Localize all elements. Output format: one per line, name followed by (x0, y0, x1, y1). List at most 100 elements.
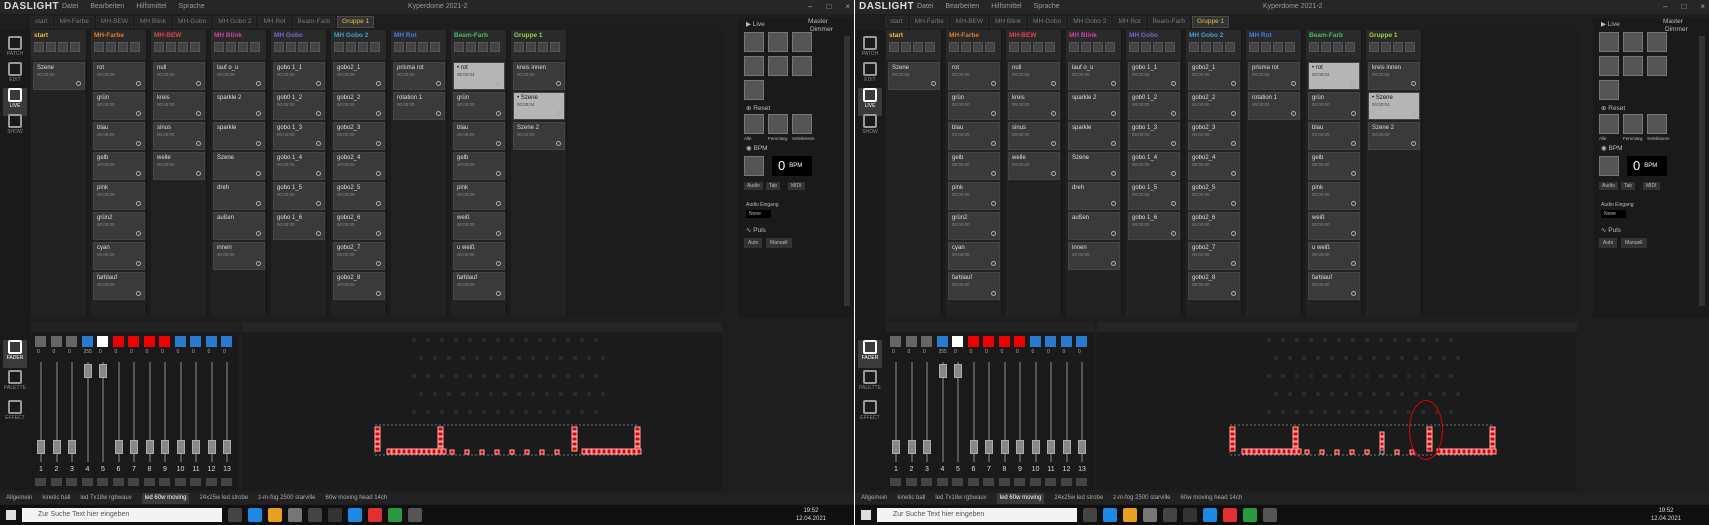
grid-marker[interactable] (1358, 392, 1362, 396)
grid-select-icon[interactable] (1599, 114, 1619, 134)
play-control-button[interactable] (358, 42, 368, 52)
cue-button[interactable]: farblauf 00:00:00 (1308, 272, 1360, 300)
cue-button[interactable]: dreh (213, 182, 265, 210)
cue-button[interactable]: rot 00:00:00 (93, 62, 145, 90)
column-header[interactable]: MH-BEW (151, 30, 206, 60)
grid-marker[interactable] (601, 392, 605, 396)
led-bar-segment[interactable] (601, 448, 607, 455)
cue-button[interactable]: rot 00:00:00 (948, 62, 1000, 90)
grid-marker[interactable] (419, 392, 423, 396)
led-bar-segment[interactable] (591, 448, 597, 455)
fader-preset-button[interactable] (205, 336, 217, 347)
led-bar-segment[interactable] (631, 448, 637, 455)
page-tab[interactable]: MH-BEW (950, 16, 989, 28)
grid-select-icon[interactable] (1647, 114, 1667, 134)
led-par[interactable] (539, 449, 545, 455)
fader-knob[interactable] (938, 364, 947, 378)
reset-label[interactable]: ⊕ Reset (1601, 104, 1625, 112)
grid-marker[interactable] (1442, 356, 1446, 360)
cue-button[interactable]: gobo2_6 00:00:00 (333, 212, 385, 240)
grid-marker[interactable] (510, 338, 514, 342)
fader-flash-button[interactable] (1076, 478, 1087, 486)
grid-marker[interactable] (489, 356, 493, 360)
grid-marker[interactable] (566, 410, 570, 414)
grid-marker[interactable] (482, 374, 486, 378)
cue-button[interactable]: grün 00:00:00 (453, 92, 505, 120)
play-control-button[interactable] (1129, 42, 1139, 52)
play-control-button[interactable] (1141, 42, 1151, 52)
fader-knob[interactable] (99, 364, 107, 378)
fader-knob[interactable] (68, 440, 76, 454)
play-control-button[interactable] (901, 42, 911, 52)
moving-head[interactable] (1489, 431, 1496, 437)
grid-marker[interactable] (433, 392, 437, 396)
play-control-button[interactable] (58, 42, 68, 52)
play-control-button[interactable] (1321, 42, 1331, 52)
play-control-button[interactable] (1333, 42, 1343, 52)
grid-marker[interactable] (475, 392, 479, 396)
grid-marker[interactable] (1288, 356, 1292, 360)
grid-marker[interactable] (538, 410, 542, 414)
grid-marker[interactable] (1351, 410, 1355, 414)
grid-marker[interactable] (1386, 356, 1390, 360)
window-control-button[interactable]: – (1663, 0, 1667, 14)
play-control-button[interactable] (1393, 42, 1403, 52)
shuffle-icon[interactable] (1623, 56, 1643, 76)
fader-flash-button[interactable] (190, 478, 201, 486)
led-bar-segment[interactable] (426, 448, 432, 455)
grid-marker[interactable] (1323, 374, 1327, 378)
cue-button[interactable]: grün 00:00:00 (948, 92, 1000, 120)
grid-marker[interactable] (461, 392, 465, 396)
fader-preset-button[interactable] (1076, 336, 1087, 347)
nav-fader[interactable]: FADER (3, 340, 27, 368)
play-control-button[interactable] (1201, 42, 1211, 52)
grid-marker[interactable] (1379, 338, 1383, 342)
play-control-button[interactable] (973, 42, 983, 52)
cue-button[interactable]: welle 00:00:00 (1008, 152, 1060, 180)
cue-button[interactable]: pink 00:00:00 (1308, 182, 1360, 210)
fader-knob[interactable] (145, 440, 154, 454)
fader-preset-button[interactable] (174, 336, 186, 347)
grid-marker[interactable] (412, 374, 416, 378)
fader-preset-button[interactable] (890, 336, 901, 347)
taskbar-search-input[interactable]: Zur Suche Text hier eingeben (877, 508, 1077, 522)
stop-icon[interactable] (744, 56, 764, 76)
bpm-tap-icon[interactable] (1599, 156, 1619, 176)
fader-preset-button[interactable] (983, 336, 994, 347)
led-par[interactable] (464, 449, 470, 455)
cue-button[interactable]: gobo2_3 00:00:00 (333, 122, 385, 150)
fader-flash-button[interactable] (221, 478, 232, 486)
fixture-tab[interactable]: 60w moving head 14ch (326, 493, 388, 504)
fader-flash-button[interactable] (921, 478, 932, 486)
led-bar-segment[interactable] (1456, 448, 1462, 455)
led-bar-segment[interactable] (421, 448, 427, 455)
cue-button[interactable]: null 00:00:00 (1008, 62, 1060, 90)
fader-knob[interactable] (1031, 440, 1040, 454)
play-control-button[interactable] (1189, 42, 1199, 52)
play-control-button[interactable] (1045, 42, 1055, 52)
moving-head[interactable] (1292, 426, 1299, 432)
cue-button[interactable]: gobo2_4 00:00:00 (1188, 152, 1240, 180)
fader-flash-button[interactable] (1060, 478, 1072, 486)
cue-button[interactable]: gobo 1_1 00:00:00 (1128, 62, 1180, 90)
cue-button[interactable]: u weiß 00:00:00 (453, 242, 505, 270)
cue-button[interactable]: gobo 1_4 00:00:00 (1128, 152, 1180, 180)
grid-marker[interactable] (573, 356, 577, 360)
grid-marker[interactable] (1358, 356, 1362, 360)
led-bar-segment[interactable] (401, 448, 407, 455)
grid-marker[interactable] (552, 410, 556, 414)
led-bar-segment[interactable] (411, 448, 417, 455)
play-control-button[interactable] (1213, 42, 1223, 52)
lock-icon[interactable] (792, 56, 812, 76)
led-par[interactable] (479, 449, 485, 455)
play-control-button[interactable] (1009, 42, 1019, 52)
fader-knob[interactable] (969, 440, 978, 454)
led-bar-segment[interactable] (406, 448, 412, 455)
grid-marker[interactable] (1267, 338, 1271, 342)
cue-button[interactable]: gobo2_4 00:00:00 (333, 152, 385, 180)
play-control-button[interactable] (46, 42, 56, 52)
cue-button[interactable]: gobo 1_4 00:00:00 (273, 152, 325, 180)
grid-marker[interactable] (454, 338, 458, 342)
moving-head[interactable] (1229, 441, 1236, 447)
column-header[interactable]: Gruppe 1 (511, 30, 566, 60)
